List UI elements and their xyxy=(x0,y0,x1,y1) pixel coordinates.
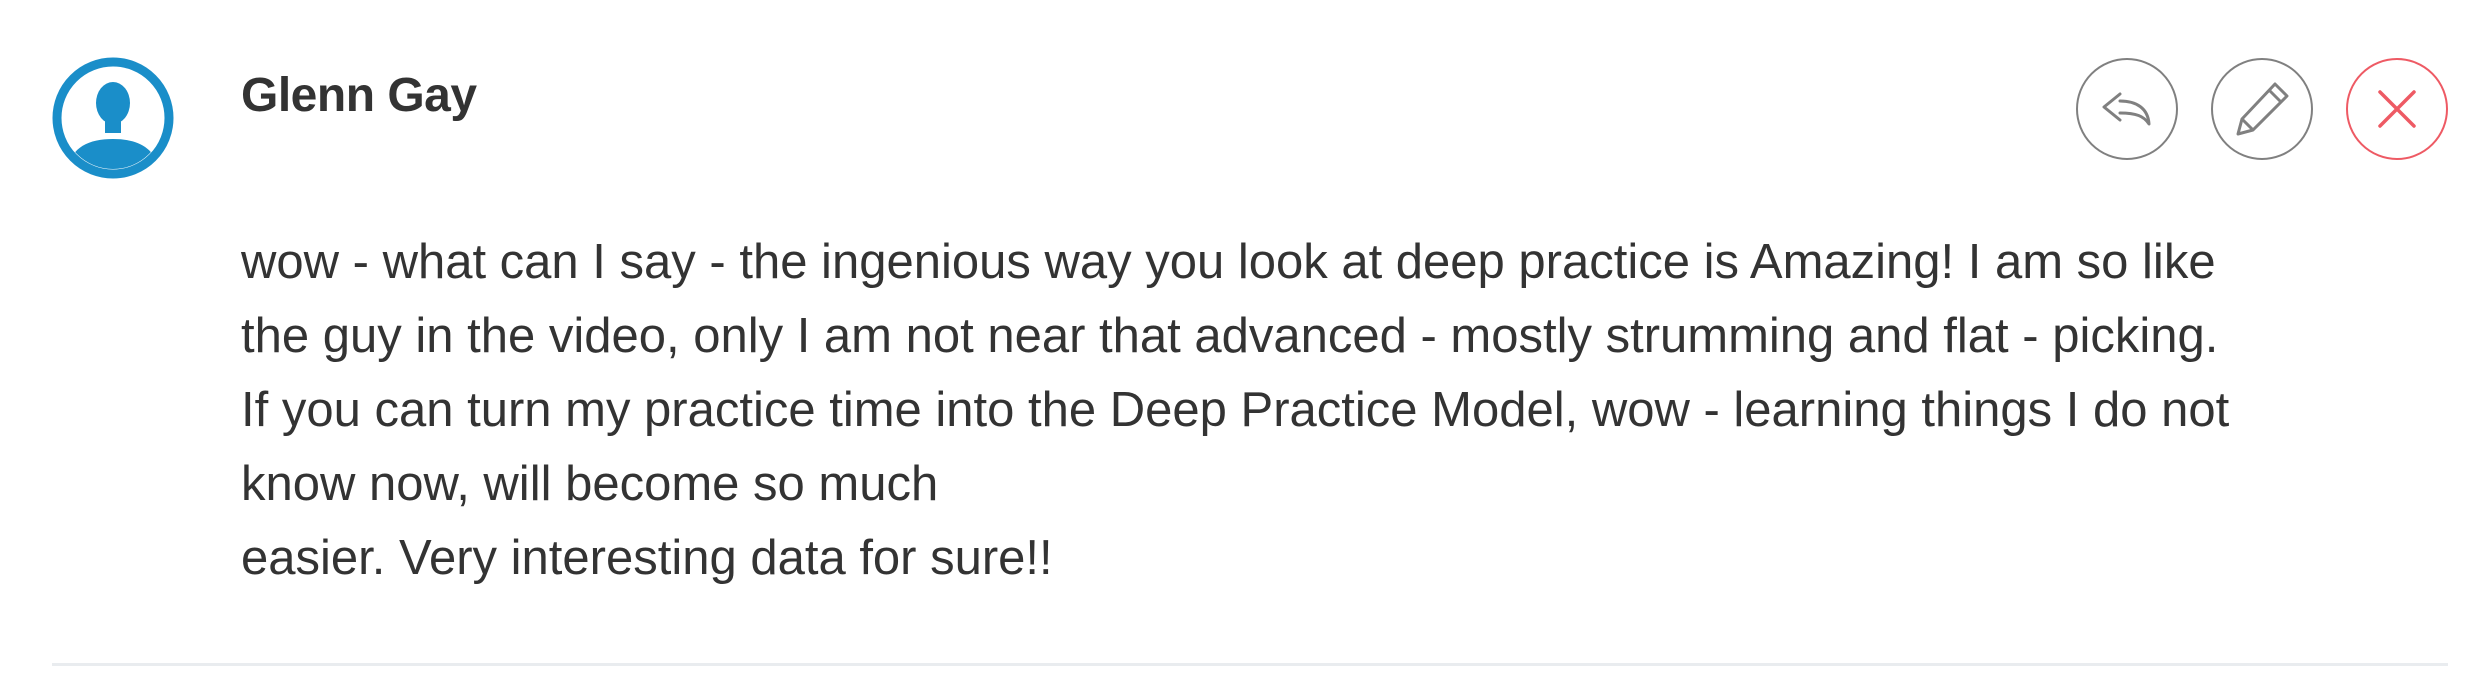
edit-button[interactable] xyxy=(2211,58,2313,160)
pencil-icon xyxy=(2236,82,2289,136)
author-name: Glenn Gay xyxy=(241,69,477,122)
comment-body-line: easier. Very interesting data for sure!! xyxy=(241,531,1053,585)
comment-body-line: wow - what can I say - the ingenious way… xyxy=(241,235,2216,289)
comment-item: Glenn Gay wow - what can I say - the ing… xyxy=(0,0,2470,692)
user-silhouette-icon xyxy=(52,57,174,179)
comment-body-line: the guy in the video, only I am not near… xyxy=(241,309,2219,363)
close-x-icon xyxy=(2378,90,2416,128)
comment-body: wow - what can I say - the ingenious way… xyxy=(241,225,2441,595)
reply-button[interactable] xyxy=(2076,58,2178,160)
comment-body-line: If you can turn my practice time into th… xyxy=(241,383,2230,437)
divider xyxy=(52,663,2448,666)
avatar xyxy=(52,57,174,179)
reply-arrow-icon xyxy=(2102,92,2151,126)
comment-body-line: know now, will become so much xyxy=(241,457,939,511)
delete-button[interactable] xyxy=(2346,58,2448,160)
